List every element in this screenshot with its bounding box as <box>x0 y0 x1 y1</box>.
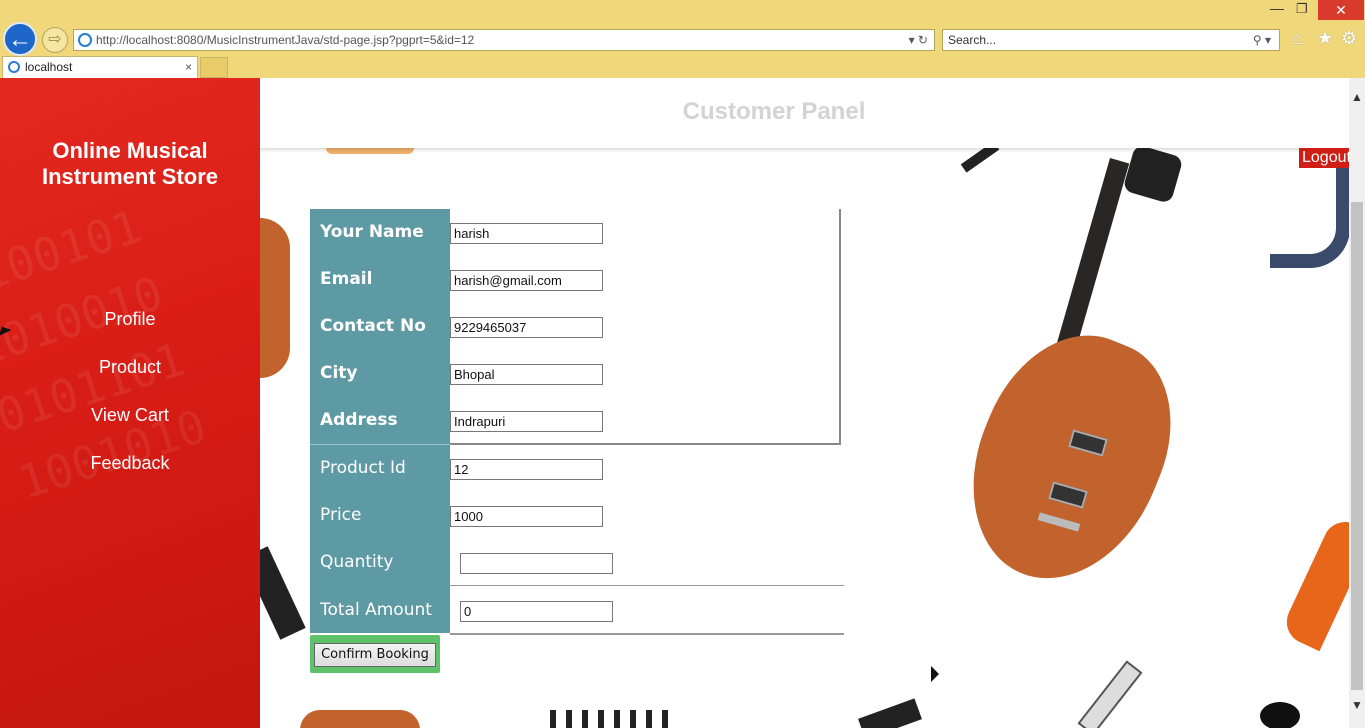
arrow-right-icon: ⇨ <box>48 31 62 48</box>
brand-line2: Instrument Store <box>41 164 219 189</box>
name-field[interactable] <box>450 223 603 244</box>
page-title: Customer Panel <box>682 98 866 125</box>
email-label: Email <box>320 269 373 289</box>
address-label: Address <box>320 410 398 430</box>
guitar-image <box>1077 660 1143 728</box>
product-id-field[interactable] <box>450 459 603 480</box>
browser-chrome: ← ⇨ http://localhost:8080/MusicInstrumen… <box>0 0 1365 78</box>
star-icon[interactable]: ★ <box>1317 28 1333 49</box>
gear-icon[interactable]: ⚙ <box>1341 28 1357 49</box>
guitar-image <box>260 218 290 378</box>
guitar-image <box>1260 702 1300 728</box>
divider <box>450 633 844 635</box>
scroll-down-icon[interactable]: ▼ <box>1349 698 1365 712</box>
total-amount-field[interactable] <box>460 601 613 622</box>
close-window-button[interactable]: ✕ <box>1318 0 1364 20</box>
guitar-image <box>858 698 922 728</box>
refresh-icon[interactable]: ▾ ↻ <box>909 30 928 50</box>
forward-button[interactable]: ⇨ <box>42 27 68 53</box>
address-bar[interactable]: http://localhost:8080/MusicInstrumentJav… <box>73 29 935 51</box>
back-button[interactable]: ← <box>3 22 37 56</box>
contact-field[interactable] <box>450 317 603 338</box>
keyboard-image <box>540 710 670 728</box>
tab-title: localhost <box>25 60 73 74</box>
scroll-thumb[interactable] <box>1351 202 1363 690</box>
ie-icon <box>78 33 92 47</box>
logout-button[interactable]: Logout <box>1299 148 1349 168</box>
new-tab-button[interactable] <box>200 57 228 78</box>
guitar-image <box>939 308 1201 608</box>
total-amount-label: Total Amount <box>320 600 432 620</box>
sidebar-item-product[interactable]: Product <box>0 357 260 378</box>
confirm-booking-button[interactable]: Confirm Booking <box>314 643 436 667</box>
scroll-up-icon[interactable]: ▲ <box>1349 90 1365 104</box>
sidebar-item-view-cart[interactable]: View Cart <box>0 405 260 426</box>
email-field[interactable] <box>450 270 603 291</box>
city-label: City <box>320 363 358 383</box>
page-header: Customer Panel <box>260 78 1349 148</box>
sidebar-item-profile[interactable]: Profile <box>0 309 260 330</box>
minimize-button[interactable]: — <box>1270 0 1288 16</box>
confirm-button-wrapper: Confirm Booking <box>310 635 440 673</box>
quantity-field[interactable] <box>460 553 613 574</box>
sidebar-item-feedback[interactable]: Feedback <box>0 453 260 474</box>
name-label: Your Name <box>320 222 424 242</box>
search-input[interactable]: Search... ⚲ ▾ <box>942 29 1280 51</box>
home-icon[interactable]: ⌂ <box>1292 28 1303 49</box>
guitar-image <box>300 710 420 728</box>
brand-title: Online Musical Instrument Store <box>0 138 260 190</box>
guitar-image <box>260 546 306 640</box>
close-tab-icon[interactable]: × <box>185 57 192 77</box>
ie-icon <box>8 61 20 73</box>
city-field[interactable] <box>450 364 603 385</box>
divider <box>310 444 450 445</box>
arrow-left-icon: ← <box>8 26 32 53</box>
contact-label: Contact No <box>320 316 426 336</box>
divider <box>450 585 844 586</box>
brand-line1: Online Musical <box>52 138 208 163</box>
price-label: Price <box>320 505 362 525</box>
product-id-label: Product Id <box>320 458 406 478</box>
guitar-head-image <box>1122 144 1184 204</box>
sidebar: 0100101 1010010 0101101 1001010 Online Musi… <box>0 78 260 728</box>
quantity-label: Quantity <box>320 552 394 572</box>
main-content: Customer Panel Logout Your Name Email Co… <box>260 78 1349 728</box>
booking-form: Your Name Email Contact No City Address … <box>310 209 844 635</box>
address-url: http://localhost:8080/MusicInstrumentJav… <box>96 33 475 47</box>
search-icon[interactable]: ⚲ ▾ <box>1253 30 1271 50</box>
restore-button[interactable]: ❐ <box>1296 1 1308 17</box>
guitar-image <box>1279 514 1349 652</box>
vertical-scrollbar[interactable]: ▲ ▼ <box>1349 78 1365 728</box>
play-icon <box>931 666 939 682</box>
decorative-tab <box>326 148 414 154</box>
search-placeholder: Search... <box>948 33 997 47</box>
price-field[interactable] <box>450 506 603 527</box>
address-field[interactable] <box>450 411 603 432</box>
browser-tab[interactable]: localhost × <box>2 56 198 78</box>
